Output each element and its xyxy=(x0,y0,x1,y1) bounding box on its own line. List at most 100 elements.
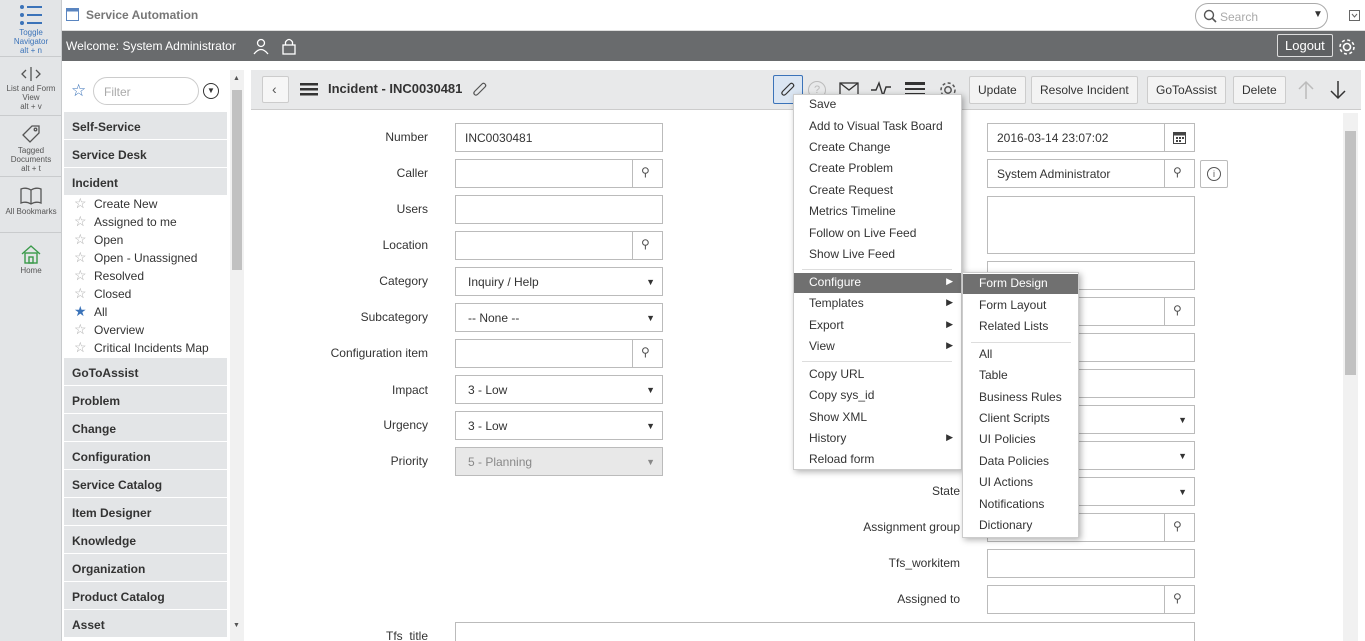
nav-module[interactable]: ☆ Open xyxy=(64,231,227,249)
nav-section-change[interactable]: Change xyxy=(64,413,227,441)
nav-module[interactable]: ☆ Closed xyxy=(64,285,227,303)
list-form-view-button[interactable]: List and Form View alt + v xyxy=(0,58,62,116)
form-scrollbar[interactable] xyxy=(1343,113,1358,641)
textarea-field[interactable] xyxy=(987,196,1195,254)
favorites-star-icon[interactable]: ☆ xyxy=(71,81,86,101)
arrow-up-icon[interactable] xyxy=(1297,80,1315,100)
scroll-down-icon[interactable]: ▼ xyxy=(233,622,240,629)
form-scroll-thumb[interactable] xyxy=(1345,131,1356,375)
category-select[interactable]: Inquiry / Help ▼ xyxy=(455,267,663,296)
menu-item-configure[interactable]: Configure ▶ xyxy=(794,273,961,293)
home-button[interactable]: Home xyxy=(0,234,62,282)
menu-item-create-request[interactable]: Create Request xyxy=(794,181,961,201)
paperclip-icon[interactable] xyxy=(472,81,490,99)
menu-item-metrics-timeline[interactable]: Metrics Timeline xyxy=(794,202,961,222)
scroll-up-icon[interactable]: ▲ xyxy=(233,75,240,82)
submenu-item-form-design[interactable]: Form Design xyxy=(963,274,1078,294)
assigned-to-field[interactable]: ⚲ xyxy=(987,585,1195,614)
nav-options-icon[interactable]: ▼ xyxy=(203,83,219,99)
users-field[interactable] xyxy=(455,195,663,224)
configuration-item-field[interactable]: ⚲ xyxy=(455,339,663,368)
menu-item-create-problem[interactable]: Create Problem xyxy=(794,159,961,179)
nav-module[interactable]: ☆ Critical Incidents Map xyxy=(64,339,227,357)
caller-lookup-button[interactable]: ⚲ xyxy=(632,160,662,187)
caller-field[interactable]: ⚲ xyxy=(455,159,663,188)
tagged-documents-button[interactable]: Tagged Documents alt + t xyxy=(0,117,62,177)
menu-item-show-xml[interactable]: Show XML xyxy=(794,408,961,428)
submenu-item-all[interactable]: All xyxy=(963,345,1078,365)
submenu-item-notifications[interactable]: Notifications xyxy=(963,495,1078,515)
submenu-item-related-lists[interactable]: Related Lists xyxy=(963,317,1078,337)
nav-section-item-designer[interactable]: Item Designer xyxy=(64,497,227,525)
logout-button[interactable]: Logout xyxy=(1277,34,1333,57)
location-lookup-button[interactable]: ⚲ xyxy=(632,232,662,259)
opened-field[interactable]: 2016-03-14 23:07:02 xyxy=(987,123,1195,152)
submenu-item-dictionary[interactable]: Dictionary xyxy=(963,516,1078,536)
menu-item-reload-form[interactable]: Reload form xyxy=(794,450,961,470)
menu-item-add-to-visual-task-board[interactable]: Add to Visual Task Board xyxy=(794,117,961,137)
submenu-item-data-policies[interactable]: Data Policies xyxy=(963,452,1078,472)
menu-item-copy-url[interactable]: Copy URL xyxy=(794,365,961,385)
urgency-select[interactable]: 3 - Low ▼ xyxy=(455,411,663,440)
nav-section-asset[interactable]: Asset xyxy=(64,609,227,637)
info-button[interactable]: i xyxy=(1200,160,1228,188)
nav-section-service-desk[interactable]: Service Desk xyxy=(64,139,227,167)
impact-select[interactable]: 3 - Low ▼ xyxy=(455,375,663,404)
nav-section-configuration[interactable]: Configuration xyxy=(64,441,227,469)
menu-item-create-change[interactable]: Create Change xyxy=(794,138,961,158)
lookup-button[interactable]: ⚲ xyxy=(1164,298,1194,325)
nav-module[interactable]: ☆ Open - Unassigned xyxy=(64,249,227,267)
submenu-item-ui-policies[interactable]: UI Policies xyxy=(963,430,1078,450)
back-button[interactable]: ‹ xyxy=(262,76,289,103)
resolve-incident-button[interactable]: Resolve Incident xyxy=(1031,76,1138,104)
calendar-button[interactable] xyxy=(1164,124,1194,151)
star-icon[interactable]: ☆ xyxy=(74,321,87,337)
search-input[interactable]: Search ▼ xyxy=(1195,3,1328,29)
subcategory-select[interactable]: -- None -- ▼ xyxy=(455,303,663,332)
hamburger-icon[interactable] xyxy=(300,82,318,97)
star-icon[interactable]: ☆ xyxy=(74,249,87,265)
delete-button[interactable]: Delete xyxy=(1233,76,1286,104)
nav-section-knowledge[interactable]: Knowledge xyxy=(64,525,227,553)
lock-icon[interactable] xyxy=(280,37,298,55)
star-icon[interactable]: ☆ xyxy=(74,285,87,301)
update-button[interactable]: Update xyxy=(969,76,1026,104)
chevron-down-icon[interactable]: ▼ xyxy=(1313,9,1323,20)
star-icon[interactable]: ☆ xyxy=(74,195,87,211)
nav-section-gotoassist[interactable]: GoToAssist xyxy=(64,357,227,385)
ci-lookup-button[interactable]: ⚲ xyxy=(632,340,662,367)
opened-by-lookup-button[interactable]: ⚲ xyxy=(1164,160,1194,187)
nav-module[interactable]: ☆ Overview xyxy=(64,321,227,339)
submenu-item-table[interactable]: Table xyxy=(963,366,1078,386)
nav-module[interactable]: ☆ Assigned to me xyxy=(64,213,227,231)
tfs-title-field[interactable] xyxy=(455,622,1195,641)
nav-module[interactable]: ☆ Resolved xyxy=(64,267,227,285)
expand-icon[interactable] xyxy=(1349,10,1360,21)
submenu-item-business-rules[interactable]: Business Rules xyxy=(963,388,1078,408)
location-field[interactable]: ⚲ xyxy=(455,231,663,260)
all-bookmarks-button[interactable]: All Bookmarks xyxy=(0,178,62,233)
star-icon[interactable]: ☆ xyxy=(74,339,87,355)
user-icon[interactable] xyxy=(252,37,270,55)
menu-item-view[interactable]: View ▶ xyxy=(794,337,961,357)
submenu-item-client-scripts[interactable]: Client Scripts xyxy=(963,409,1078,429)
menu-item-history[interactable]: History ▶ xyxy=(794,429,961,449)
menu-item-follow-on-live-feed[interactable]: Follow on Live Feed xyxy=(794,224,961,244)
star-filled-icon[interactable]: ★ xyxy=(74,303,87,319)
assigned-to-lookup-button[interactable]: ⚲ xyxy=(1164,586,1194,613)
assignment-group-lookup-button[interactable]: ⚲ xyxy=(1164,514,1194,541)
submenu-item-form-layout[interactable]: Form Layout xyxy=(963,296,1078,316)
menu-item-save[interactable]: Save xyxy=(794,95,961,115)
nav-section-organization[interactable]: Organization xyxy=(64,553,227,581)
nav-section-product-catalog[interactable]: Product Catalog xyxy=(64,581,227,609)
star-icon[interactable]: ☆ xyxy=(74,267,87,283)
nav-section-service-catalog[interactable]: Service Catalog xyxy=(64,469,227,497)
menu-item-show-live-feed[interactable]: Show Live Feed xyxy=(794,245,961,265)
menu-item-templates[interactable]: Templates ▶ xyxy=(794,294,961,314)
nav-section-problem[interactable]: Problem xyxy=(64,385,227,413)
toggle-navigator-button[interactable]: Toggle Navigator alt + n xyxy=(0,0,62,57)
gotoassist-button[interactable]: GoToAssist xyxy=(1147,76,1226,104)
star-icon[interactable]: ☆ xyxy=(74,213,87,229)
tfs-workitem-field[interactable] xyxy=(987,549,1195,578)
number-field[interactable]: INC0030481 xyxy=(455,123,663,152)
